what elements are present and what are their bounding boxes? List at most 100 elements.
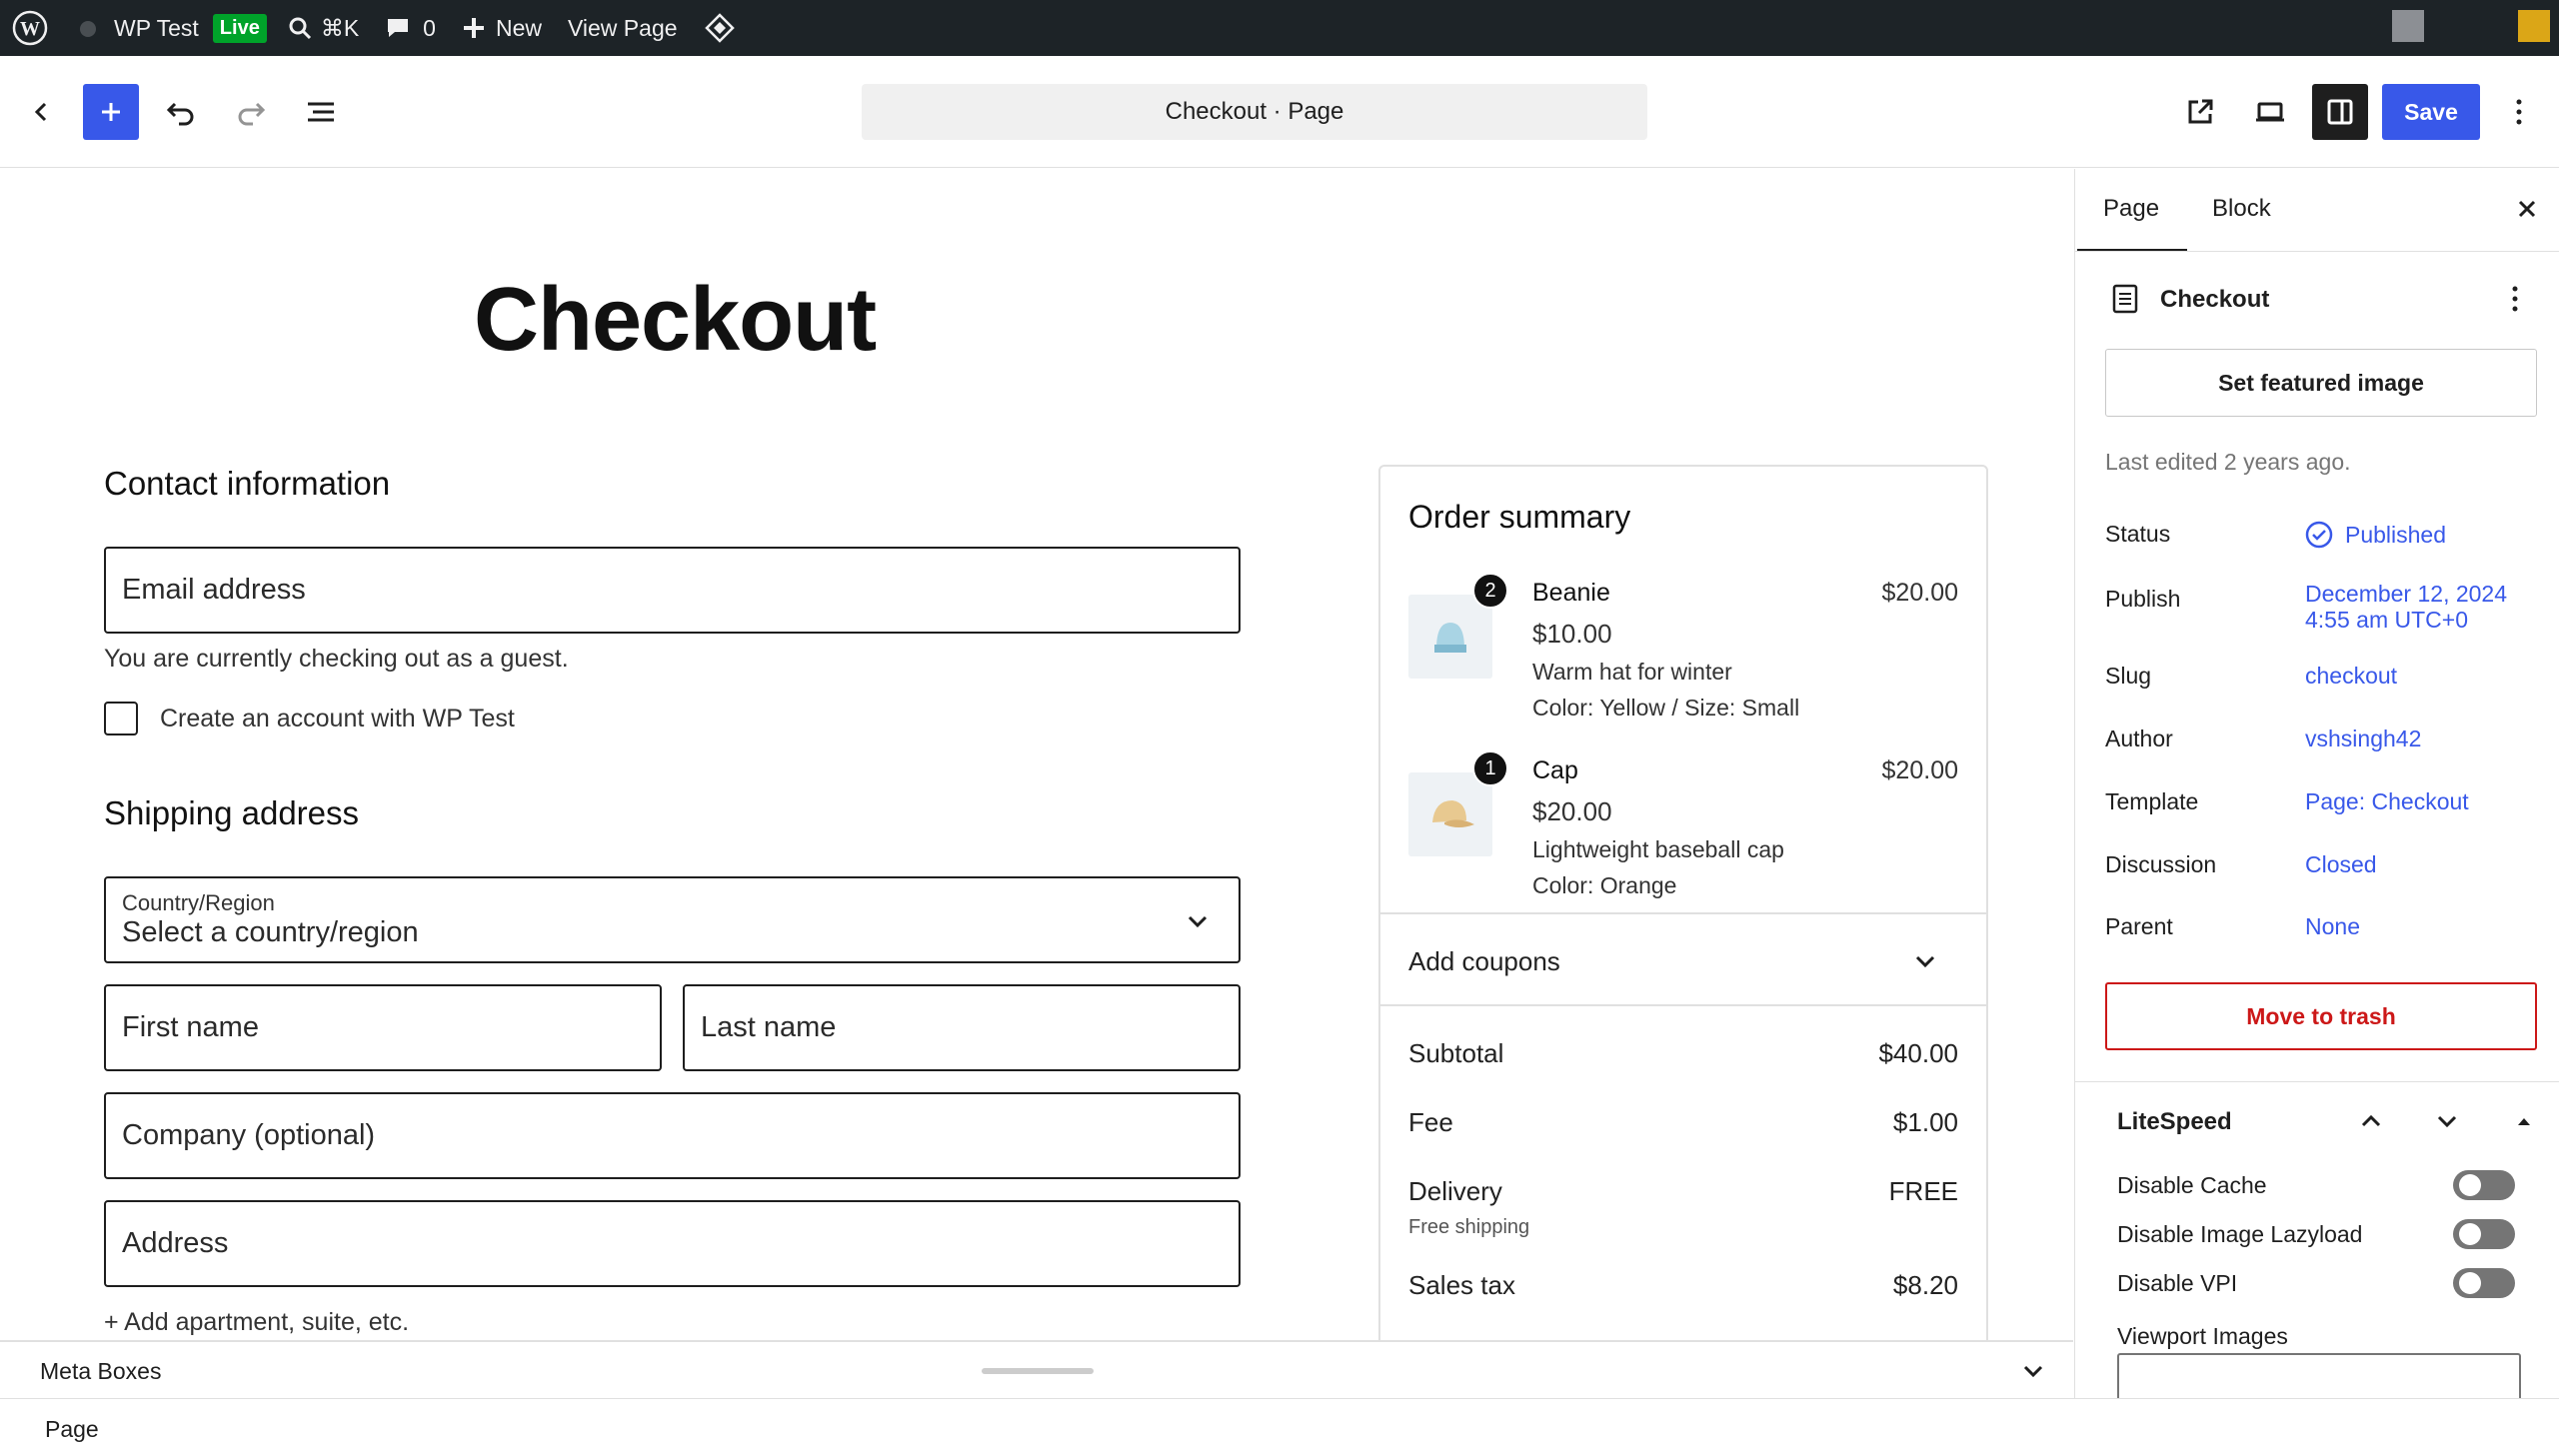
options-menu-button[interactable] [2494, 84, 2544, 140]
country-label: Country/Region [122, 890, 275, 915]
move-to-trash-button[interactable]: Move to trash [2105, 982, 2537, 1050]
cap-attributes: Color: Orange [1532, 872, 1677, 898]
meta-boxes-panel[interactable]: Meta Boxes [0, 1340, 2073, 1398]
block-breadcrumb[interactable]: Page [45, 1416, 99, 1443]
litespeed-title[interactable]: LiteSpeed [2117, 1108, 2232, 1136]
email-field[interactable]: Email address [104, 547, 1241, 634]
command-palette-button[interactable]: ⌘K [287, 0, 359, 56]
address-placeholder: Address [122, 1227, 229, 1259]
plus-icon [102, 103, 120, 121]
author-label: Author [2105, 726, 2173, 751]
publish-label: Publish [2105, 586, 2181, 612]
disable-vpi-toggle[interactable] [2453, 1268, 2515, 1298]
document-overview-button[interactable] [293, 84, 349, 140]
plugin-diamond-icon[interactable] [704, 0, 736, 56]
tab-block[interactable]: Block [2212, 195, 2271, 223]
parent-label: Parent [2105, 913, 2173, 939]
chevron-down-icon[interactable] [2434, 1108, 2460, 1134]
beanie-image-icon [1434, 623, 1466, 653]
redo-button[interactable] [223, 84, 279, 140]
first-name-field[interactable]: First name [104, 984, 662, 1071]
disable-lazyload-toggle[interactable] [2453, 1219, 2515, 1249]
cap-description: Lightweight baseball cap [1532, 836, 1784, 862]
fee-value: $1.00 [1892, 1107, 1958, 1137]
site-name-link[interactable]: WP Test Live [78, 0, 267, 56]
add-coupons-toggle[interactable]: Add coupons [1408, 946, 1958, 977]
author-value[interactable]: vshsingh42 [2305, 726, 2421, 752]
beanie-total: $20.00 [1881, 579, 1958, 607]
chevron-up-icon[interactable] [2358, 1108, 2384, 1134]
page-title[interactable]: Checkout [474, 269, 877, 372]
viewport-images-textarea[interactable] [2117, 1353, 2521, 1398]
resize-handle[interactable] [982, 1368, 1094, 1374]
guest-note: You are currently checking out as a gues… [104, 645, 569, 673]
create-account-checkbox[interactable] [104, 702, 138, 735]
publish-value[interactable]: December 12, 2024 4:55 am UTC+0 [2305, 581, 2507, 633]
site-name: WP Test [114, 14, 199, 41]
document-title-bar[interactable]: Checkout · Page [862, 84, 1647, 140]
wordpress-logo-icon[interactable]: W [12, 0, 48, 56]
slug-value[interactable]: checkout [2305, 663, 2397, 690]
beanie-price: $10.00 [1532, 619, 1612, 649]
view-page-button[interactable] [2172, 84, 2228, 140]
save-button[interactable]: Save [2382, 84, 2480, 140]
last-name-placeholder: Last name [701, 1011, 837, 1043]
tab-page[interactable]: Page [2103, 195, 2159, 223]
new-content-link[interactable]: New [462, 0, 542, 56]
address-field[interactable]: Address [104, 1200, 1241, 1287]
editor-canvas: Checkout Contact information Email addre… [0, 169, 2073, 1340]
settings-toggle-button[interactable] [2312, 84, 2368, 140]
first-name-placeholder: First name [122, 1011, 259, 1043]
redo-icon [238, 102, 266, 126]
close-icon[interactable] [2515, 197, 2539, 221]
svg-text:W: W [20, 18, 40, 40]
undo-button[interactable] [153, 84, 209, 140]
contact-heading: Contact information [104, 465, 391, 502]
meta-boxes-label: Meta Boxes [40, 1358, 162, 1384]
sales-tax-row: Sales tax $8.20 [1408, 1270, 1958, 1301]
sidebar-icon [2327, 99, 2353, 125]
view-page-label: View Page [567, 14, 678, 41]
chevron-down-icon[interactable] [2020, 1358, 2046, 1384]
country-value: Select a country/region [122, 916, 419, 948]
user-avatar[interactable] [2392, 10, 2424, 42]
create-account-label: Create an account with WP Test [160, 705, 515, 732]
delivery-row: Delivery FREE [1408, 1176, 1958, 1207]
parent-value[interactable]: None [2305, 913, 2360, 940]
view-page-link[interactable]: View Page [568, 0, 678, 56]
search-icon [289, 17, 311, 40]
new-label: New [495, 14, 542, 41]
more-vertical-icon[interactable] [2510, 284, 2520, 314]
status-indicator-icon[interactable] [2518, 10, 2550, 42]
company-field[interactable]: Company (optional) [104, 1092, 1241, 1179]
template-value[interactable]: Page: Checkout [2305, 788, 2469, 815]
fee-label: Fee [1408, 1107, 1453, 1137]
publish-time: 4:55 am UTC+0 [2305, 607, 2468, 633]
beanie-quantity-badge: 2 [1472, 573, 1508, 609]
device-preview-button[interactable] [2242, 84, 2298, 140]
divider [1380, 912, 1986, 914]
back-button[interactable] [13, 84, 69, 140]
cap-name: Cap [1532, 756, 1578, 784]
sidebar-doc-title: Checkout [2160, 286, 2270, 313]
set-featured-image-button[interactable]: Set featured image [2105, 349, 2537, 417]
chevron-down-icon [1188, 915, 1208, 928]
caret-up-icon[interactable] [2515, 1112, 2533, 1130]
order-summary-heading: Order summary [1408, 499, 1631, 535]
discussion-value[interactable]: Closed [2305, 851, 2377, 878]
settings-sidebar: Page Block Checkout Set featured image L… [2074, 169, 2559, 1398]
order-summary: Order summary 2 Beanie $20.00 $10.00 War… [1378, 465, 1988, 1340]
country-select[interactable]: Country/Region Select a country/region [104, 876, 1241, 963]
comments-count: 0 [423, 14, 436, 41]
published-check-icon [2305, 521, 2333, 549]
block-inserter-button[interactable] [83, 84, 139, 140]
cap-image-icon [1432, 800, 1474, 827]
fee-row: Fee $1.00 [1408, 1107, 1958, 1138]
comments-link[interactable]: 0 [385, 0, 436, 56]
last-name-field[interactable]: Last name [683, 984, 1241, 1071]
status-value[interactable]: Published [2305, 521, 2446, 549]
add-apartment-link[interactable]: + Add apartment, suite, etc. [104, 1308, 409, 1337]
external-link-icon [2188, 99, 2213, 124]
subtotal-row: Subtotal $40.00 [1408, 1038, 1958, 1069]
disable-cache-toggle[interactable] [2453, 1170, 2515, 1200]
